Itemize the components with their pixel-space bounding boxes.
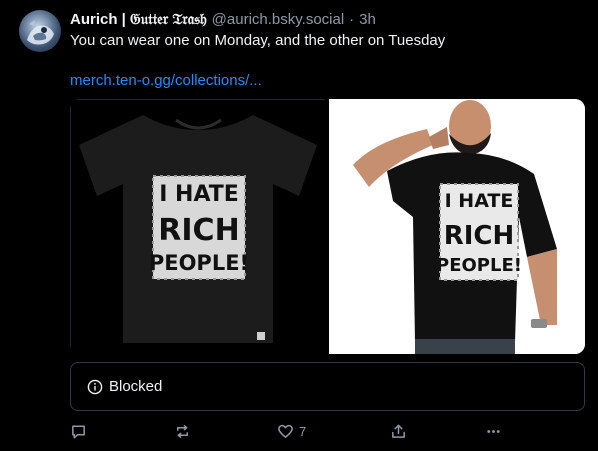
shirt-text-line-1: I HATE — [159, 182, 239, 207]
image-shirt-model[interactable]: I HATE RICH PEOPLE! — [329, 99, 585, 354]
shirt-text-line-3: PEOPLE! — [149, 251, 249, 275]
heart-icon — [278, 424, 293, 438]
more-options-button[interactable] — [485, 421, 502, 441]
image-gallery: I HATE RICH PEOPLE! I HATE RICH PEOPLE! — [70, 99, 585, 354]
info-icon — [87, 379, 103, 394]
repost-button[interactable] — [174, 421, 191, 441]
reply-icon — [72, 425, 85, 438]
post: Aurich | 𝔊𝔲𝔱𝔱𝔢𝔯 𝔗𝔯𝔞𝔰𝔥 @aurich.bsky.socia… — [0, 0, 598, 451]
more-icon — [487, 429, 500, 433]
repost-icon — [177, 424, 188, 438]
avatar-image — [27, 20, 54, 45]
share-button[interactable] — [390, 421, 407, 441]
like-button[interactable]: 7 — [277, 421, 306, 441]
blocked-label: Blocked — [109, 378, 163, 395]
post-actions: 7 — [70, 421, 510, 441]
post-text: You can wear one on Monday, and the othe… — [70, 32, 446, 49]
like-count: 7 — [299, 423, 307, 439]
separator-dot: · — [349, 10, 355, 28]
author-avatar[interactable] — [19, 10, 61, 52]
post-link[interactable]: merch.ten-o.gg/collections/... — [70, 72, 262, 89]
shirt-text-line-2: RICH — [158, 213, 239, 248]
shirt-text-line-2: RICH — [444, 221, 515, 251]
blocked-quote[interactable]: Blocked — [70, 362, 585, 411]
shirt-text-line-1: I HATE — [445, 190, 514, 212]
shirt-text-line-3: PEOPLE! — [436, 255, 522, 276]
author-handle[interactable]: @aurich.bsky.social — [212, 11, 345, 28]
post-timestamp[interactable]: 3h — [359, 11, 376, 28]
image-shirt-flat[interactable]: I HATE RICH PEOPLE! — [70, 99, 326, 354]
post-header: Aurich | 𝔊𝔲𝔱𝔱𝔢𝔯 𝔗𝔯𝔞𝔰𝔥 @aurich.bsky.socia… — [70, 9, 578, 29]
model-illustration: I HATE RICH PEOPLE! — [329, 99, 585, 354]
author-display-name[interactable]: Aurich | 𝔊𝔲𝔱𝔱𝔢𝔯 𝔗𝔯𝔞𝔰𝔥 — [70, 11, 207, 28]
share-icon — [392, 424, 405, 438]
shirt-illustration: I HATE RICH PEOPLE! — [71, 100, 326, 354]
reply-button[interactable] — [70, 421, 87, 441]
